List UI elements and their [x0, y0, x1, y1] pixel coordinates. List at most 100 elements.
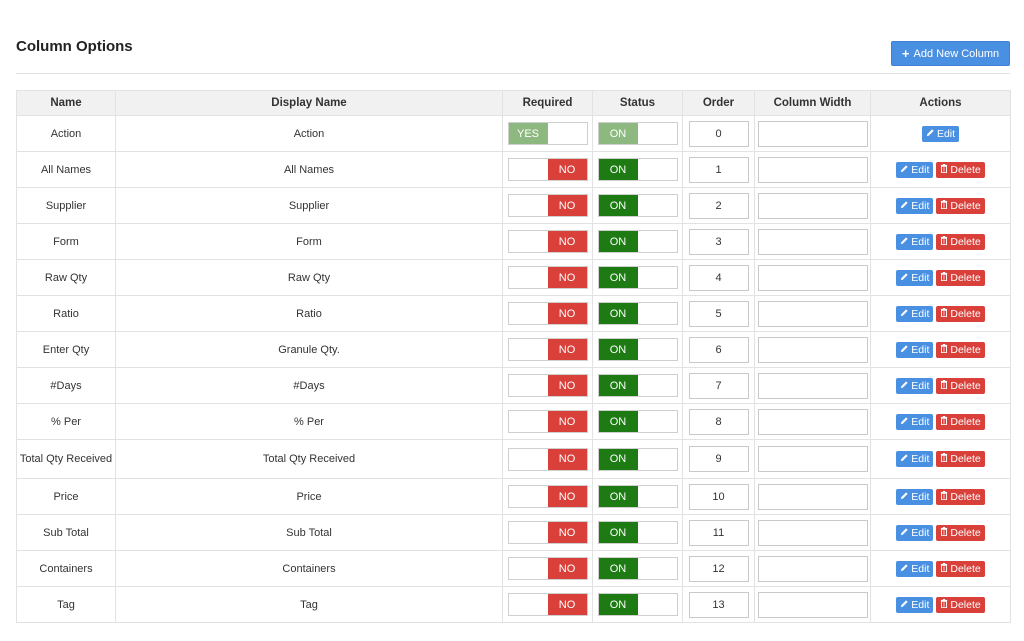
cell-status: ON — [592, 367, 683, 404]
delete-label: Delete — [950, 453, 981, 465]
cell-status: ON — [592, 187, 683, 224]
add-new-column-button[interactable]: + Add New Column — [891, 41, 1010, 66]
order-input[interactable] — [688, 156, 749, 183]
delete-button[interactable]: Delete — [936, 451, 985, 467]
column-width-input[interactable] — [757, 446, 868, 472]
cell-name: Enter Qty — [16, 331, 116, 368]
delete-button[interactable]: Delete — [936, 413, 985, 430]
delete-button[interactable]: Delete — [936, 305, 985, 322]
column-width-input[interactable] — [757, 120, 868, 147]
required-toggle[interactable]: NO — [507, 521, 588, 544]
required-toggle[interactable]: NO — [507, 374, 588, 397]
required-toggle[interactable]: NO — [507, 447, 588, 471]
order-input[interactable] — [688, 372, 749, 399]
column-options-table: Name Display Name Required Status Order … — [16, 90, 1011, 623]
status-toggle[interactable]: ON — [597, 302, 678, 325]
status-toggle[interactable]: ON — [597, 557, 678, 580]
required-no-label: NO — [547, 522, 587, 543]
required-toggle[interactable]: YES — [507, 122, 588, 145]
status-toggle[interactable]: ON — [597, 410, 678, 433]
order-input[interactable] — [688, 555, 749, 582]
edit-button[interactable]: Edit — [896, 305, 934, 322]
delete-button[interactable]: Delete — [936, 560, 985, 577]
column-width-input[interactable] — [757, 591, 868, 618]
trash-icon — [940, 453, 950, 465]
order-input[interactable] — [688, 336, 749, 363]
column-width-input[interactable] — [757, 300, 868, 327]
delete-button[interactable]: Delete — [936, 341, 985, 358]
required-toggle[interactable]: NO — [507, 194, 588, 217]
required-toggle[interactable]: NO — [507, 302, 588, 325]
order-input[interactable] — [688, 446, 749, 472]
edit-button[interactable]: Edit — [896, 161, 934, 178]
order-input[interactable] — [688, 300, 749, 327]
edit-button[interactable]: Edit — [921, 125, 960, 142]
column-width-input[interactable] — [757, 156, 868, 183]
order-input[interactable] — [688, 408, 749, 435]
edit-button[interactable]: Edit — [896, 233, 934, 250]
required-toggle[interactable]: NO — [507, 593, 588, 616]
status-toggle[interactable]: ON — [597, 593, 678, 616]
pencil-icon — [900, 527, 911, 539]
required-toggle[interactable]: NO — [507, 230, 588, 253]
edit-button[interactable]: Edit — [896, 377, 934, 394]
cell-actions: Edit Delete — [870, 550, 1011, 587]
required-toggle[interactable]: NO — [507, 158, 588, 181]
delete-button[interactable]: Delete — [936, 377, 985, 394]
cell-display-name: #Days — [115, 367, 503, 404]
status-toggle[interactable]: ON — [597, 521, 678, 544]
required-toggle[interactable]: NO — [507, 338, 588, 361]
delete-button[interactable]: Delete — [936, 269, 985, 286]
column-width-input[interactable] — [757, 264, 868, 291]
edit-button[interactable]: Edit — [896, 269, 934, 286]
delete-button[interactable]: Delete — [936, 488, 985, 505]
edit-button[interactable]: Edit — [896, 413, 934, 430]
delete-button[interactable]: Delete — [936, 161, 985, 178]
column-width-input[interactable] — [757, 336, 868, 363]
edit-button[interactable]: Edit — [896, 560, 934, 577]
column-width-input[interactable] — [757, 483, 868, 510]
edit-button[interactable]: Edit — [896, 197, 934, 214]
edit-button[interactable]: Edit — [896, 524, 934, 541]
order-input[interactable] — [688, 264, 749, 291]
column-width-input[interactable] — [757, 192, 868, 219]
status-toggle[interactable]: ON — [597, 230, 678, 253]
status-toggle[interactable]: ON — [597, 485, 678, 508]
required-toggle[interactable]: NO — [507, 485, 588, 508]
order-input[interactable] — [688, 591, 749, 618]
cell-order — [682, 367, 755, 404]
delete-button[interactable]: Delete — [936, 233, 985, 250]
column-width-input[interactable] — [757, 555, 868, 582]
column-width-input[interactable] — [757, 228, 868, 255]
edit-button[interactable]: Edit — [896, 596, 934, 613]
edit-button[interactable]: Edit — [896, 451, 934, 467]
delete-button[interactable]: Delete — [936, 596, 985, 613]
order-input[interactable] — [688, 192, 749, 219]
cell-display-name: Raw Qty — [115, 259, 503, 296]
delete-button[interactable]: Delete — [936, 197, 985, 214]
status-toggle[interactable]: ON — [597, 158, 678, 181]
order-input[interactable] — [688, 120, 749, 147]
edit-button[interactable]: Edit — [896, 341, 934, 358]
order-input[interactable] — [688, 519, 749, 546]
edit-button[interactable]: Edit — [896, 488, 934, 505]
status-toggle[interactable]: ON — [597, 194, 678, 217]
status-toggle[interactable]: ON — [597, 266, 678, 289]
required-toggle[interactable]: NO — [507, 410, 588, 433]
cell-required: NO — [502, 187, 593, 224]
delete-button[interactable]: Delete — [936, 524, 985, 541]
trash-icon — [940, 598, 950, 611]
column-width-input[interactable] — [757, 372, 868, 399]
column-width-input[interactable] — [757, 408, 868, 435]
status-toggle[interactable]: ON — [597, 447, 678, 471]
required-toggle[interactable]: NO — [507, 557, 588, 580]
order-input[interactable] — [688, 228, 749, 255]
edit-label: Edit — [911, 199, 930, 212]
column-width-input[interactable] — [757, 519, 868, 546]
cell-actions: Edit Delete — [870, 586, 1011, 623]
status-toggle[interactable]: ON — [597, 122, 678, 145]
status-toggle[interactable]: ON — [597, 338, 678, 361]
status-toggle[interactable]: ON — [597, 374, 678, 397]
required-toggle[interactable]: NO — [507, 266, 588, 289]
order-input[interactable] — [688, 483, 749, 510]
